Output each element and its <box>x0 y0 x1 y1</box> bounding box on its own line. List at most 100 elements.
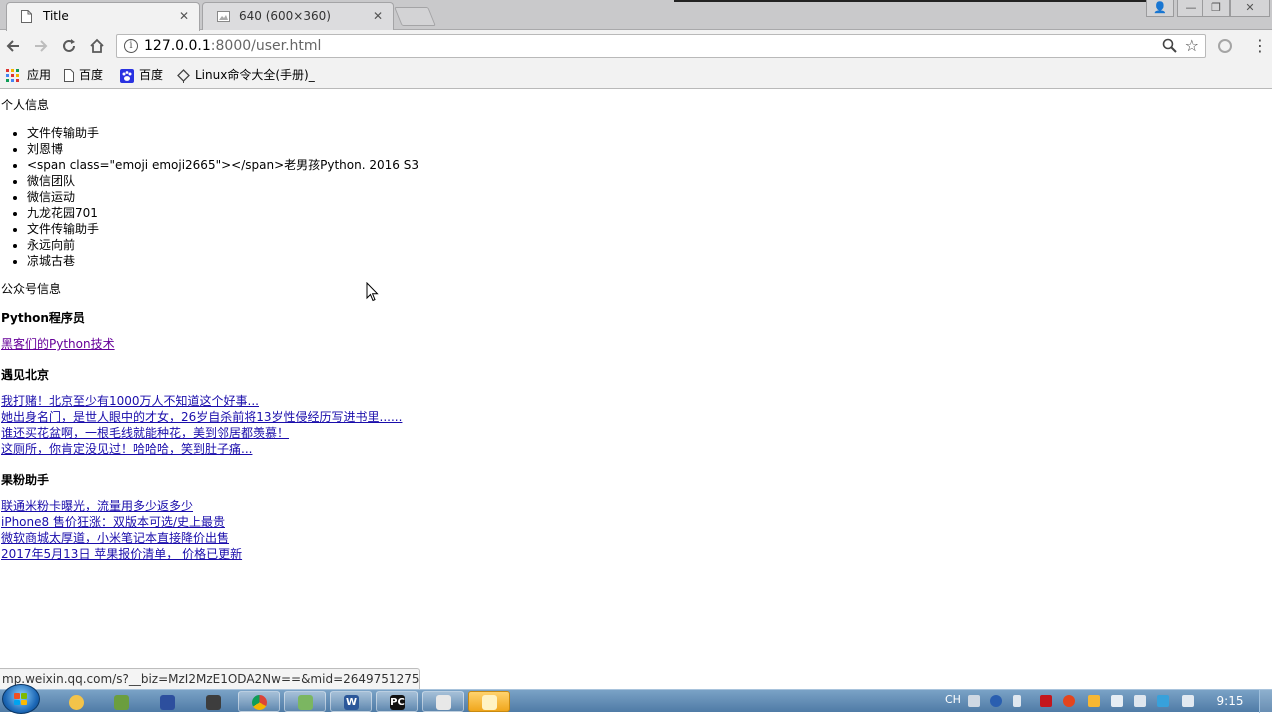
printer-icon[interactable] <box>1111 695 1123 707</box>
status-url: mp.weixin.qq.com/s?__biz=MzI2MzE1ODA2Nw=… <box>0 668 420 689</box>
list-item: 微信团队 <box>27 173 419 189</box>
article-link[interactable]: iPhone8 售价狂涨：双版本可选/史上最贵 <box>1 515 225 529</box>
info-icon[interactable]: i <box>124 39 138 53</box>
zoom-icon[interactable] <box>1162 38 1177 53</box>
article-link[interactable]: 微软商城太厚道，小米笔记本直接降价出售 <box>1 531 229 545</box>
taskbar: W PC CH 9:15 <box>0 684 1272 714</box>
antivirus-icon[interactable] <box>1040 695 1052 707</box>
word-icon: W <box>344 695 359 710</box>
keyboard-icon[interactable] <box>968 695 980 707</box>
bookmark-baidu-2[interactable]: 百度 <box>120 67 163 83</box>
bookmark-apps[interactable]: 应用 <box>6 67 51 83</box>
notepad-icon <box>298 695 313 710</box>
browser-toolbar: i 127.0.0.1:8000/user.html ☆ ⋮ <box>0 30 1272 62</box>
taskbar-paint[interactable] <box>100 691 142 712</box>
back-button[interactable] <box>2 36 24 56</box>
pycharm-icon: PC <box>390 695 405 710</box>
chrome-icon <box>252 695 267 710</box>
bookmark-baidu-1[interactable]: 百度 <box>64 67 103 83</box>
help-icon[interactable] <box>990 695 1002 707</box>
article-link[interactable]: 黑客们的Python技术 <box>1 337 115 351</box>
taskbar-tools[interactable] <box>192 691 234 712</box>
chevron-down-icon[interactable] <box>1013 695 1021 707</box>
apps-grid-icon <box>6 69 19 82</box>
app-icon <box>114 695 129 710</box>
star-icon[interactable]: ☆ <box>1185 35 1199 57</box>
list-item: 九龙花园701 <box>27 205 419 221</box>
article-link[interactable]: 这厕所，你肯定没见过！哈哈哈，笑到肚子痛... <box>1 442 252 456</box>
close-icon[interactable]: ✕ <box>373 3 383 29</box>
reload-button[interactable] <box>58 36 80 56</box>
show-desktop-button[interactable] <box>1259 690 1272 713</box>
taskbar-word[interactable]: W <box>330 691 372 712</box>
floppy-icon <box>160 695 175 710</box>
article-link[interactable]: 她出身名门，是世人眼中的才女，26岁自杀前将13岁性侵经历写进书里...... <box>1 410 402 424</box>
public-account-title: 公众号信息 <box>1 282 62 296</box>
paw-icon <box>120 68 134 83</box>
taskbar-chrome[interactable] <box>238 691 280 712</box>
taskbar-explorer[interactable] <box>55 691 97 712</box>
tab-image[interactable]: 640 (600×360) ✕ <box>202 2 394 30</box>
taskbar-pycharm[interactable]: PC <box>376 691 418 712</box>
reload-icon <box>63 39 75 52</box>
title-bar-line <box>674 0 1150 2</box>
minimize-button[interactable]: — <box>1177 0 1205 17</box>
restore-button[interactable]: ❐ <box>1202 0 1230 17</box>
bookmark-label: 百度 <box>139 68 164 82</box>
new-tab-button[interactable] <box>394 7 436 26</box>
user-icon[interactable]: 👤 <box>1146 0 1174 17</box>
bookmark-label: 百度 <box>79 68 104 82</box>
tab-strip: Title ✕ 640 (600×360) ✕ 👤 — ❐ ✕ <box>0 0 1272 31</box>
tab-title[interactable]: Title ✕ <box>6 2 200 31</box>
menu-icon[interactable]: ⋮ <box>1252 36 1268 56</box>
page-icon <box>21 10 32 23</box>
arrow-right-icon <box>35 40 48 52</box>
image-icon <box>217 11 230 22</box>
mouse-cursor-icon <box>366 282 379 302</box>
article-link[interactable]: 2017年5月13日 苹果报价清单， 价格已更新 <box>1 547 242 561</box>
taskbar-image-viewer[interactable] <box>422 691 464 712</box>
taskbar-notepad[interactable] <box>284 691 326 712</box>
clock[interactable]: 9:15 <box>1210 694 1250 708</box>
article-list: 联通米粉卡曝光，流量用多少返多少 iPhone8 售价狂涨：双版本可选/史上最贵… <box>1 498 242 562</box>
close-icon[interactable]: ✕ <box>179 3 189 29</box>
address-bar[interactable]: i 127.0.0.1:8000/user.html ☆ <box>116 34 1206 58</box>
bookmarks-bar: 应用 百度 百度 Linux命令大全(手册)_ <box>0 62 1272 89</box>
tools-icon <box>206 695 221 710</box>
url-path: :8000/user.html <box>210 38 322 54</box>
tray-app-icon[interactable] <box>1088 695 1100 707</box>
bookmark-diamond-icon <box>177 68 190 83</box>
address-url[interactable]: 127.0.0.1:8000/user.html <box>144 35 321 57</box>
tray-app-icon[interactable] <box>1157 695 1169 707</box>
article-link[interactable]: 联通米粉卡曝光，流量用多少返多少 <box>1 499 193 513</box>
article-link[interactable]: 我打赌！北京至少有1000万人不知道这个好事... <box>1 394 259 408</box>
list-item: 文件传输助手 <box>27 221 419 237</box>
start-button[interactable] <box>2 684 40 714</box>
weibo-icon[interactable] <box>1063 695 1075 707</box>
article-list: 黑客们的Python技术 <box>1 336 115 352</box>
page-content: 个人信息 文件传输助手 刘恩博 <span class="emoji emoji… <box>0 90 1272 668</box>
page-icon <box>64 69 74 82</box>
home-button[interactable] <box>86 36 108 56</box>
folder-icon <box>69 695 84 710</box>
article-link[interactable]: 谁还买花盆啊，一根毛线就能种花，美到邻居都羡慕！ <box>1 426 289 440</box>
image-viewer-icon <box>436 695 451 710</box>
list-item: 永远向前 <box>27 237 419 253</box>
home-icon <box>90 38 104 53</box>
volume-icon[interactable] <box>1182 695 1194 707</box>
close-window-button[interactable]: ✕ <box>1230 0 1270 17</box>
list-item: 刘恩博 <box>27 141 419 157</box>
contact-list: 文件传输助手 刘恩博 <span class="emoji emoji2665"… <box>0 125 419 269</box>
forward-button[interactable] <box>30 36 52 56</box>
taskbar-active-app[interactable] <box>468 691 510 712</box>
taskbar-save[interactable] <box>146 691 188 712</box>
extension-icon[interactable] <box>1218 39 1232 53</box>
bookmark-linux[interactable]: Linux命令大全(手册)_ <box>177 67 315 83</box>
account-heading: Python程序员 <box>1 311 85 325</box>
language-indicator[interactable]: CH <box>945 693 961 706</box>
list-item: 凉城古巷 <box>27 253 419 269</box>
account-heading: 果粉助手 <box>1 473 50 487</box>
network-icon[interactable] <box>1134 695 1146 707</box>
tab-label: 640 (600×360) <box>239 9 331 23</box>
arrow-left-icon <box>6 40 19 52</box>
